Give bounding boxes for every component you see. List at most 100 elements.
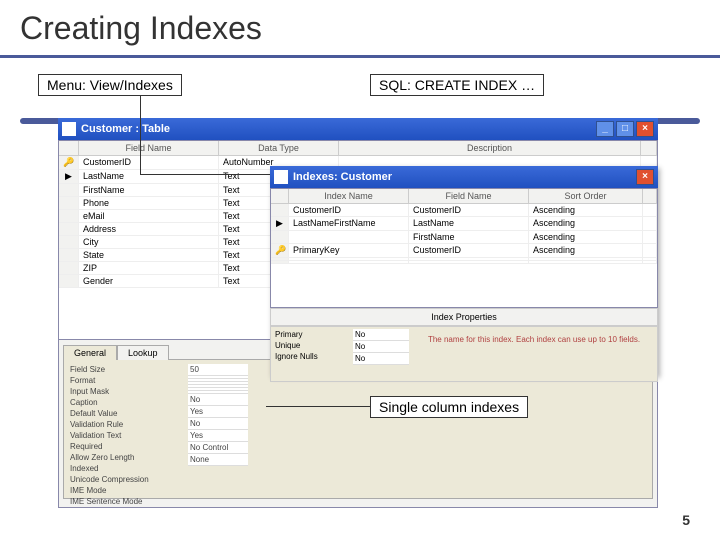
idx-row-selector[interactable]: ▶ xyxy=(271,217,289,230)
field-name-cell[interactable]: State xyxy=(79,249,219,261)
row-selector[interactable] xyxy=(59,236,79,248)
property-label: Unicode Compression xyxy=(68,474,188,485)
row-selector[interactable] xyxy=(59,210,79,222)
property-label: Validation Rule xyxy=(68,419,188,430)
indexes-titlebar[interactable]: Indexes: Customer × xyxy=(270,166,658,188)
idx-row-selector[interactable] xyxy=(271,231,289,243)
field-name-cell[interactable]: eMail xyxy=(79,210,219,222)
property-values[interactable]: 50NoYesNoYesNo ControlNone xyxy=(188,364,248,494)
index-row[interactable]: 🔑 PrimaryKey CustomerID Ascending xyxy=(271,244,657,258)
row-selector[interactable]: 🔑 xyxy=(59,156,79,169)
field-name-cell[interactable]: City xyxy=(79,236,219,248)
row-selector[interactable] xyxy=(59,249,79,261)
data-type-header: Data Type xyxy=(219,141,339,155)
idx-scroll-header xyxy=(643,189,657,204)
idx-field-cell[interactable]: LastName xyxy=(409,217,529,230)
idx-field-cell[interactable]: FirstName xyxy=(409,231,529,243)
property-value[interactable]: None xyxy=(188,454,248,466)
idx-scroll-gutter xyxy=(643,217,657,230)
idx-name-cell[interactable] xyxy=(289,258,409,260)
property-value[interactable]: No xyxy=(188,418,248,430)
callout-single: Single column indexes xyxy=(370,396,528,418)
table-icon xyxy=(62,122,76,136)
idx-name-cell[interactable] xyxy=(289,261,409,263)
idx-scroll-gutter xyxy=(643,261,657,263)
row-selector[interactable] xyxy=(59,197,79,209)
indexes-grid[interactable]: Index Name Field Name Sort Order Custome… xyxy=(270,188,658,308)
table-title: Customer : Table xyxy=(81,123,170,135)
slide-title: Creating Indexes xyxy=(0,0,720,55)
idx-field-cell[interactable] xyxy=(409,258,529,260)
table-titlebar[interactable]: Customer : Table _ □ × xyxy=(58,118,658,140)
row-selector[interactable] xyxy=(59,223,79,235)
idx-order-cell[interactable]: Ascending xyxy=(529,204,643,216)
idx-name-cell[interactable]: LastNameFirstName xyxy=(289,217,409,230)
index-prop-labels: PrimaryUniqueIgnore Nulls xyxy=(271,327,351,381)
idx-order-cell[interactable] xyxy=(529,261,643,263)
idx-order-cell[interactable]: Ascending xyxy=(529,244,643,257)
indexes-close-button[interactable]: × xyxy=(636,169,654,185)
indexes-icon xyxy=(274,170,288,184)
field-name-cell[interactable]: Gender xyxy=(79,275,219,287)
property-label: Caption xyxy=(68,397,188,408)
property-label: Required xyxy=(68,441,188,452)
idx-scroll-gutter xyxy=(643,244,657,257)
tab-lookup[interactable]: Lookup xyxy=(117,345,169,360)
description-header: Description xyxy=(339,141,641,155)
tab-general[interactable]: General xyxy=(63,345,117,360)
idx-name-cell[interactable]: CustomerID xyxy=(289,204,409,216)
property-value[interactable]: No Control xyxy=(188,442,248,454)
property-value[interactable]: 50 xyxy=(188,364,248,376)
index-row[interactable] xyxy=(271,261,657,264)
idx-scroll-gutter xyxy=(643,231,657,243)
index-prop-value[interactable]: No xyxy=(353,329,409,341)
property-value[interactable]: Yes xyxy=(188,406,248,418)
minimize-button[interactable]: _ xyxy=(596,121,614,137)
row-selector[interactable] xyxy=(59,275,79,287)
arrow-line xyxy=(140,174,270,175)
idx-row-selector[interactable] xyxy=(271,261,289,263)
index-row[interactable]: CustomerID CustomerID Ascending xyxy=(271,204,657,217)
row-selector[interactable]: ▶ xyxy=(59,170,79,183)
field-name-header: Field Name xyxy=(79,141,219,155)
idx-order-cell[interactable]: Ascending xyxy=(529,217,643,230)
idx-row-selector[interactable] xyxy=(271,204,289,216)
index-row[interactable]: ▶ LastNameFirstName LastName Ascending xyxy=(271,217,657,231)
callout-menu: Menu: View/Indexes xyxy=(38,74,182,96)
page-number: 5 xyxy=(682,512,690,528)
row-selector[interactable] xyxy=(59,262,79,274)
index-prop-value[interactable]: No xyxy=(353,353,409,365)
idx-name-cell[interactable] xyxy=(289,231,409,243)
property-label: Validation Text xyxy=(68,430,188,441)
field-name-cell[interactable]: CustomerID xyxy=(79,156,219,169)
field-name-cell[interactable]: Phone xyxy=(79,197,219,209)
maximize-button[interactable]: □ xyxy=(616,121,634,137)
index-prop-value[interactable]: No xyxy=(353,341,409,353)
property-hint: A field name can be up to 64 characters … xyxy=(248,364,648,494)
idx-name-cell[interactable]: PrimaryKey xyxy=(289,244,409,257)
idx-field-cell[interactable]: CustomerID xyxy=(409,204,529,216)
property-labels: Field SizeFormatInput MaskCaptionDefault… xyxy=(68,364,188,494)
index-hint: The name for this index. Each index can … xyxy=(411,327,657,381)
idx-field-cell[interactable]: CustomerID xyxy=(409,244,529,257)
index-prop-values[interactable]: NoNoNo xyxy=(351,327,411,381)
close-button[interactable]: × xyxy=(636,121,654,137)
field-name-cell[interactable]: Address xyxy=(79,223,219,235)
idx-row-selector-header xyxy=(271,189,289,204)
idx-order-cell[interactable]: Ascending xyxy=(529,231,643,243)
field-name-cell[interactable]: FirstName xyxy=(79,184,219,196)
index-row[interactable]: FirstName Ascending xyxy=(271,231,657,244)
field-name-cell[interactable]: ZIP xyxy=(79,262,219,274)
property-value[interactable]: No xyxy=(188,394,248,406)
idx-row-selector[interactable]: 🔑 xyxy=(271,244,289,257)
property-value[interactable]: Yes xyxy=(188,430,248,442)
idx-field-header: Field Name xyxy=(409,189,529,204)
idx-row-selector[interactable] xyxy=(271,258,289,260)
index-prop-label: Unique xyxy=(273,340,349,351)
row-selector[interactable] xyxy=(59,184,79,196)
property-label: IME Mode xyxy=(68,485,188,496)
idx-scroll-gutter xyxy=(643,258,657,260)
field-name-cell[interactable]: LastName xyxy=(79,170,219,183)
idx-field-cell[interactable] xyxy=(409,261,529,263)
idx-order-cell[interactable] xyxy=(529,258,643,260)
